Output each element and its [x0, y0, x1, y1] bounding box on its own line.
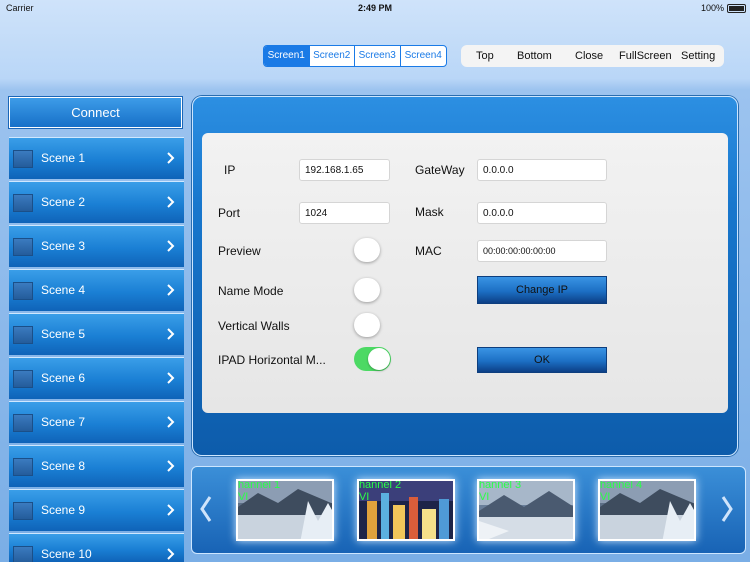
mac-label: MAC	[415, 244, 442, 258]
scene-label: Scene 5	[41, 327, 86, 341]
scene-icon	[13, 502, 33, 520]
tab-screen4[interactable]: Screen4	[401, 46, 447, 66]
chevron-right-icon	[167, 196, 175, 208]
scene-item-7[interactable]: Scene 7	[9, 401, 184, 443]
channel-thumbnail-2[interactable]: Channel 2 DVI	[357, 479, 455, 541]
vertical-walls-toggle[interactable]	[354, 313, 380, 337]
scene-label: Scene 10	[41, 547, 92, 561]
battery-icon	[727, 4, 746, 13]
scene-icon	[13, 326, 33, 344]
tab-screen3[interactable]: Screen3	[355, 46, 401, 66]
port-label: Port	[218, 206, 241, 220]
scene-item-5[interactable]: Scene 5	[9, 313, 184, 355]
scene-label: Scene 3	[41, 239, 86, 253]
scene-label: Scene 4	[41, 283, 86, 297]
top-action-bar: Top Bottom Close FullScreen Setting	[461, 45, 724, 67]
vertical-walls-label: Vertical Walls	[218, 319, 290, 333]
preview-label: Preview	[218, 244, 261, 258]
scene-item-2[interactable]: Scene 2	[9, 181, 184, 223]
scene-item-10[interactable]: Scene 10	[9, 533, 184, 562]
ipad-horizontal-label: IPAD Horizontal M...	[218, 353, 326, 367]
scene-icon	[13, 282, 33, 300]
chevron-right-icon	[167, 460, 175, 472]
channel-source: DVI	[237, 491, 249, 503]
tab-screen1[interactable]: Screen1	[264, 46, 310, 66]
chevron-right-icon	[167, 328, 175, 340]
chevron-right-icon	[167, 240, 175, 252]
connect-button[interactable]: Connect	[9, 97, 182, 128]
channel-thumbnail-4[interactable]: Channel 4 DVI	[598, 479, 696, 541]
scene-item-4[interactable]: Scene 4	[9, 269, 184, 311]
scene-label: Scene 8	[41, 459, 86, 473]
ip-label: IP	[224, 163, 236, 177]
chevron-left-icon[interactable]	[198, 493, 214, 525]
port-field[interactable]: 1024	[299, 202, 390, 224]
tab-screen2[interactable]: Screen2	[310, 46, 355, 66]
setting-button[interactable]: Setting	[681, 50, 715, 62]
battery-percent: 100%	[700, 3, 724, 13]
scene-icon	[13, 238, 33, 256]
top-button[interactable]: Top	[476, 50, 494, 62]
scene-item-6[interactable]: Scene 6	[9, 357, 184, 399]
chevron-right-icon	[167, 416, 175, 428]
scene-icon	[13, 194, 33, 212]
scene-item-9[interactable]: Scene 9	[9, 489, 184, 531]
channel-name: Channel 2	[358, 479, 402, 491]
mask-field[interactable]: 0.0.0.0	[477, 202, 607, 224]
chevron-right-icon	[167, 284, 175, 296]
chevron-right-icon	[167, 152, 175, 164]
scene-label: Scene 6	[41, 371, 86, 385]
scene-icon	[13, 370, 33, 388]
scene-item-8[interactable]: Scene 8	[9, 445, 184, 487]
change-ip-button[interactable]: Change IP	[477, 276, 607, 304]
chevron-right-icon	[167, 372, 175, 384]
mac-field[interactable]: 00:00:00:00:00:00	[477, 240, 607, 262]
preview-toggle[interactable]	[354, 238, 380, 262]
scene-label: Scene 7	[41, 415, 86, 429]
channel-name: Channel 4	[599, 479, 643, 491]
bottom-button[interactable]: Bottom	[517, 50, 552, 62]
clock: 2:49 PM	[357, 3, 392, 13]
chevron-right-icon[interactable]	[719, 493, 735, 525]
scene-icon	[13, 458, 33, 476]
gateway-field[interactable]: 0.0.0.0	[477, 159, 607, 181]
channel-name: Channel 3	[478, 479, 522, 491]
scene-label: Scene 2	[41, 195, 86, 209]
fullscreen-button[interactable]: FullScreen	[619, 50, 672, 62]
chevron-right-icon	[167, 504, 175, 516]
network-settings-form: IP 192.168.1.65 Port 1024 Preview Name M…	[202, 133, 728, 413]
scene-label: Scene 1	[41, 151, 86, 165]
scene-icon	[13, 414, 33, 432]
ip-field[interactable]: 192.168.1.65	[299, 159, 390, 181]
scene-icon	[13, 150, 33, 168]
channel-source: DVI	[478, 491, 490, 503]
channel-name: Channel 1	[237, 479, 281, 491]
chevron-right-icon	[167, 548, 175, 560]
gateway-label: GateWay	[415, 163, 465, 177]
channel-thumbnail-3[interactable]: Channel 3 DVI	[477, 479, 575, 541]
scene-item-1[interactable]: Scene 1	[9, 137, 184, 179]
mask-label: Mask	[415, 205, 444, 219]
screen-selector: Screen1 Screen2 Screen3 Screen4	[263, 45, 447, 67]
close-button[interactable]: Close	[575, 50, 603, 62]
scene-icon	[13, 546, 33, 562]
channel-thumbnail-1[interactable]: Channel 1 DVI	[236, 479, 334, 541]
ok-button[interactable]: OK	[477, 347, 607, 373]
name-mode-toggle[interactable]	[354, 278, 380, 302]
scene-label: Scene 9	[41, 503, 86, 517]
channel-source: DVI	[358, 491, 370, 503]
ipad-horizontal-toggle[interactable]	[354, 347, 391, 371]
name-mode-label: Name Mode	[218, 284, 284, 298]
channel-source: DVI	[599, 491, 611, 503]
status-bar: Carrier 2:49 PM 100%	[0, 0, 750, 16]
scene-item-3[interactable]: Scene 3	[9, 225, 184, 267]
